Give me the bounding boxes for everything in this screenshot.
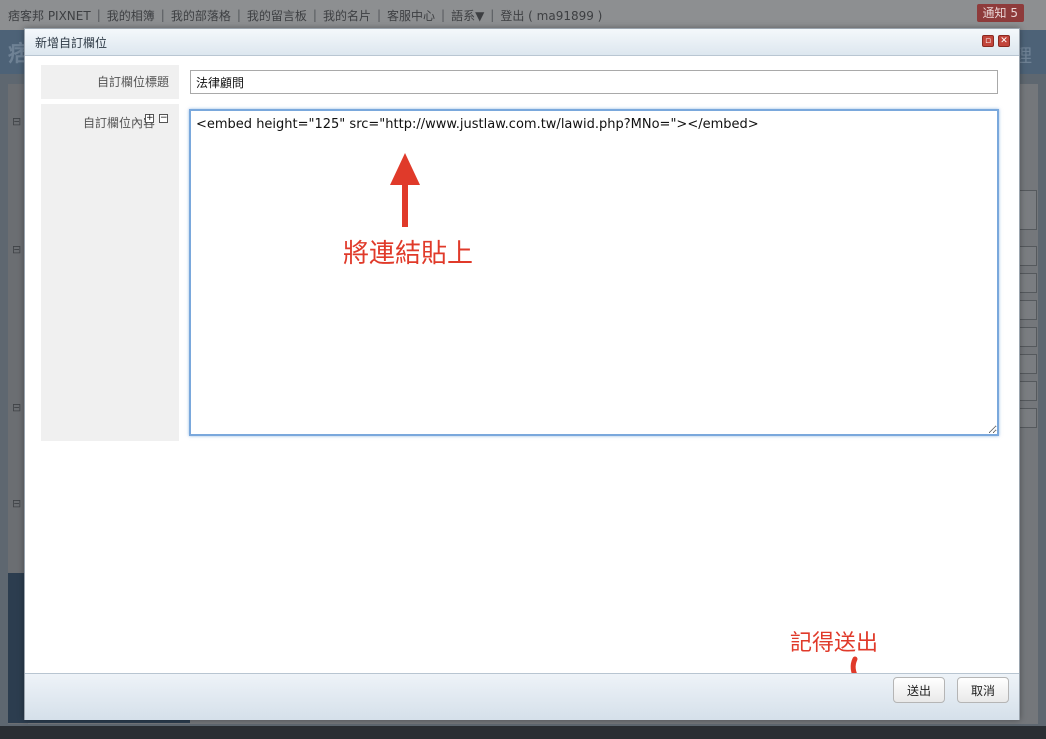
up-arrow-icon (390, 153, 420, 227)
bg-collapse-icon: ⊟ (12, 243, 22, 256)
background-bottom-strip (0, 726, 1046, 739)
minimize-icon[interactable]: ▫ (982, 35, 994, 47)
dialog-footer (25, 673, 1019, 720)
bg-topbar-item: 我的名片 (322, 8, 371, 23)
bg-topbar-item: 客服中心 (387, 8, 436, 23)
submit-hint-annotation: 記得送出 (790, 631, 879, 656)
bg-topbar-item: 我的部落格 (170, 8, 231, 23)
title-label: 自訂欄位標題 (41, 65, 179, 99)
bg-collapse-icon: ⊟ (12, 401, 22, 414)
background-topbar: 痞客邦 PIXNET | 我的相簿 | 我的部落格 | 我的留言板 | 我的名片 | 客服… (0, 0, 1046, 30)
bg-topbar-item: 我的相簿 (106, 8, 155, 23)
title-input[interactable] (190, 70, 998, 94)
content-textarea[interactable]: <embed height="125" src="http://www.just… (189, 109, 999, 436)
cancel-button[interactable]: 取消 (957, 677, 1009, 703)
submit-button[interactable]: 送出 (893, 677, 945, 703)
bg-collapse-icon: ⊟ (12, 115, 22, 128)
notification-badge: 通知 5 (976, 4, 1024, 22)
close-icon[interactable]: ✕ (998, 35, 1010, 47)
bg-topbar-item: 我的留言板 (246, 8, 307, 23)
content-label: 自訂欄位內容 (41, 104, 179, 441)
collapse-icon[interactable]: − (159, 114, 168, 123)
expand-icon[interactable]: + (145, 114, 154, 123)
dialog-titlebar[interactable]: 新增自訂欄位 ▫ ✕ (25, 29, 1019, 56)
bg-topbar-item: 語系▼ (451, 8, 485, 23)
bg-collapse-icon: ⊟ (12, 497, 22, 510)
paste-hint-annotation: 將連結貼上 (343, 239, 474, 269)
dialog-title: 新增自訂欄位 (35, 36, 108, 50)
add-custom-field-dialog: 新增自訂欄位 ▫ ✕ 自訂欄位標題 自訂欄位內容 + − <embed heig… (24, 28, 1020, 720)
bg-topbar-item: 登出 ( ma91899 ) (500, 8, 603, 23)
bg-topbar-item: 痞客邦 PIXNET (8, 8, 91, 23)
